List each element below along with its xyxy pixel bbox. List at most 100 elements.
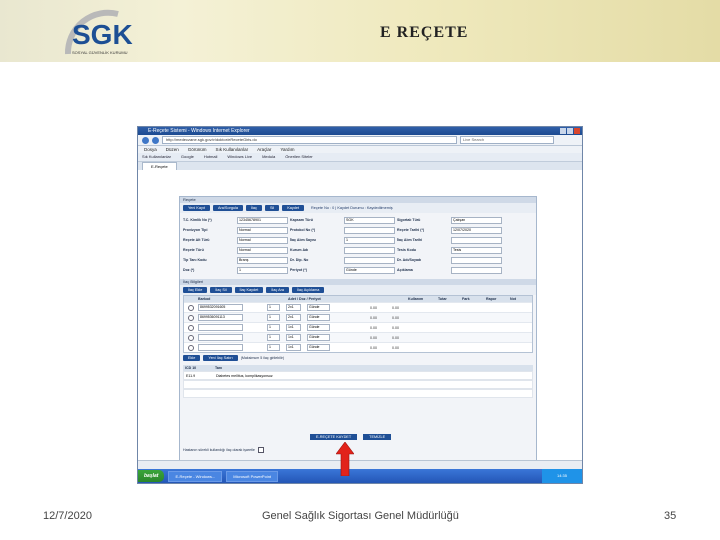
search-drug-button[interactable]: İlaç Ara	[266, 287, 290, 293]
maximize-icon[interactable]	[567, 128, 573, 134]
delete-button[interactable]: Sil	[264, 205, 280, 211]
adet-cell[interactable]: 1	[267, 324, 280, 331]
drug-row[interactable]: 1 1x1 Günde 0.00 0.00	[184, 322, 532, 332]
taskbar-item[interactable]: E-Reçete - Windows...	[168, 470, 223, 482]
adet-cell[interactable]: 1	[267, 314, 280, 321]
provizyon-field[interactable]: Normal	[237, 226, 288, 234]
drug-row[interactable]: 8699532091605 1 2x1 Günde 0.00 0.00	[184, 302, 532, 312]
periyot-cell[interactable]: Günde	[307, 344, 330, 351]
kapsam-field[interactable]: SGK	[344, 216, 395, 224]
drug-note-button[interactable]: İlaç Açıklama	[292, 287, 325, 293]
drug-row[interactable]: 8699536091113 1 2x1 Günde 0.00 0.00	[184, 312, 532, 322]
tani-kodu-field[interactable]: Branş	[237, 256, 288, 264]
dip-no-field[interactable]	[344, 256, 395, 264]
recete-tarihi-field[interactable]: 12/07/2020	[451, 226, 502, 234]
alt-tur-field[interactable]: Normal	[237, 236, 288, 244]
doz-cell[interactable]: 2x1	[286, 314, 301, 321]
doz-cell[interactable]: 2x1	[286, 304, 301, 311]
periyot-field[interactable]: Günde	[344, 266, 395, 274]
menu-item[interactable]: Düzen	[166, 146, 179, 153]
browser-titlebar: E-Reçete Sistemi - Windows Internet Expl…	[138, 127, 582, 135]
row-select-radio[interactable]	[188, 334, 194, 341]
field-label: Provizyon Tipi	[183, 228, 208, 232]
search-input[interactable]: Live Search	[460, 136, 554, 144]
periyot-cell[interactable]: Günde	[307, 324, 330, 331]
diagnosis-name: Diabetes mellitus, komplikasyonsuz	[216, 373, 273, 378]
address-bar: http://medeczane.sgk.gov.tr/doktor/eRece…	[138, 135, 582, 146]
barcode-cell[interactable]	[198, 324, 243, 331]
barcode-cell[interactable]: 8699536091113	[198, 314, 243, 321]
field-label: İlaç Alım Sayısı	[290, 238, 317, 242]
field-label: Reçete Türü	[183, 248, 204, 252]
alim-tarihi-field[interactable]	[451, 236, 502, 244]
taskbar-item[interactable]: Microsoft PowerPoint	[226, 470, 279, 482]
start-button[interactable]: başlat	[138, 470, 165, 482]
tc-kimlik-field[interactable]: 12345678901	[237, 216, 288, 224]
menu-item[interactable]: Görünüm	[188, 146, 207, 153]
doz-field[interactable]: 1	[237, 266, 288, 274]
menu-item[interactable]: Araçlar	[257, 146, 271, 153]
fark-cell: 0.00	[392, 335, 399, 340]
search-button[interactable]: Ara/Sorgula	[212, 205, 244, 211]
adet-cell[interactable]: 1	[267, 334, 280, 341]
new-record-button[interactable]: Yeni Kayıt	[183, 205, 210, 211]
ereçete-save-button[interactable]: E-REÇETE KAYDET	[310, 434, 358, 440]
alim-sayisi-field[interactable]: 1	[344, 236, 395, 244]
row-select-radio[interactable]	[188, 304, 194, 311]
svg-text:SGK: SGK	[72, 19, 133, 50]
protokol-field[interactable]	[344, 226, 395, 234]
dr-adi-field[interactable]	[451, 256, 502, 264]
barcode-cell[interactable]	[198, 334, 243, 341]
diagnosis-row[interactable]	[183, 380, 533, 389]
menu-item[interactable]: Dosya	[144, 146, 157, 153]
save-drug-button[interactable]: İlaç Kaydet	[234, 287, 264, 293]
sigortali-field[interactable]: Çalışan	[451, 216, 502, 224]
barcode-cell[interactable]: 8699532091605	[198, 304, 243, 311]
periyot-cell[interactable]: Günde	[307, 334, 330, 341]
add-drug-button[interactable]: İlaç Ekle	[183, 287, 208, 293]
favorite-item[interactable]: Hotmail	[204, 153, 218, 161]
row-select-radio[interactable]	[188, 344, 194, 351]
row-select-radio[interactable]	[188, 314, 194, 321]
menu-item[interactable]: Sık Kullanılanlar	[216, 146, 249, 153]
periyot-cell[interactable]: Günde	[307, 304, 330, 311]
form-row: Reçete Türü Normal Kurum Adı Tesis Kodu …	[183, 245, 533, 255]
remove-drug-button[interactable]: İlaç Sil	[210, 287, 232, 293]
field-label: Açıklama	[397, 268, 413, 272]
favorite-item[interactable]: Google	[181, 153, 194, 161]
periyot-cell[interactable]: Günde	[307, 314, 330, 321]
back-icon[interactable]	[142, 136, 149, 144]
column-header: ICD 10	[185, 366, 197, 370]
adet-cell[interactable]: 1	[267, 344, 280, 351]
clear-button[interactable]: TEMİZLE	[363, 434, 392, 440]
aciklama-field[interactable]	[451, 266, 502, 274]
chronic-checkbox[interactable]	[257, 447, 264, 453]
add-row-button[interactable]: Ekle	[183, 355, 201, 361]
forward-icon[interactable]	[152, 136, 159, 144]
menu-item[interactable]: Yardım	[280, 146, 294, 153]
url-input[interactable]: http://medeczane.sgk.gov.tr/doktor/eRece…	[162, 136, 457, 144]
doz-cell[interactable]: 1x1	[286, 344, 301, 351]
kurum-adi-field[interactable]	[344, 246, 395, 254]
adet-cell[interactable]: 1	[267, 304, 280, 311]
row-select-radio[interactable]	[188, 324, 194, 331]
tesis-kodu-field[interactable]: Tesis	[451, 246, 502, 254]
recete-turu-field[interactable]: Normal	[237, 246, 288, 254]
favorite-item[interactable]: Windows Live	[227, 153, 252, 161]
close-icon[interactable]	[574, 128, 580, 134]
favorite-item[interactable]: Sık Kullanılanlar	[142, 153, 171, 161]
barcode-cell[interactable]	[198, 344, 243, 351]
favorite-item[interactable]: Önerilen Siteler	[285, 153, 313, 161]
doz-cell[interactable]: 1x1	[286, 324, 301, 331]
drug-button[interactable]: İlaç	[246, 205, 262, 211]
diagnosis-row[interactable]: E11.9 Diabetes mellitus, komplikasyonsuz	[183, 371, 533, 380]
drug-row[interactable]: 1 1x1 Günde 0.00 0.00	[184, 332, 532, 342]
new-drug-row-button[interactable]: Yeni İlaç Satırı	[203, 355, 238, 361]
save-button[interactable]: Kaydet	[282, 205, 305, 211]
favorite-item[interactable]: Medula	[262, 153, 275, 161]
minimize-icon[interactable]	[560, 128, 566, 134]
drug-row[interactable]: 1 1x1 Günde 0.00 0.00	[184, 342, 532, 352]
tab-ereçete[interactable]: E-Reçete	[142, 162, 177, 170]
doz-cell[interactable]: 1x1	[286, 334, 301, 341]
diagnosis-row[interactable]	[183, 389, 533, 398]
